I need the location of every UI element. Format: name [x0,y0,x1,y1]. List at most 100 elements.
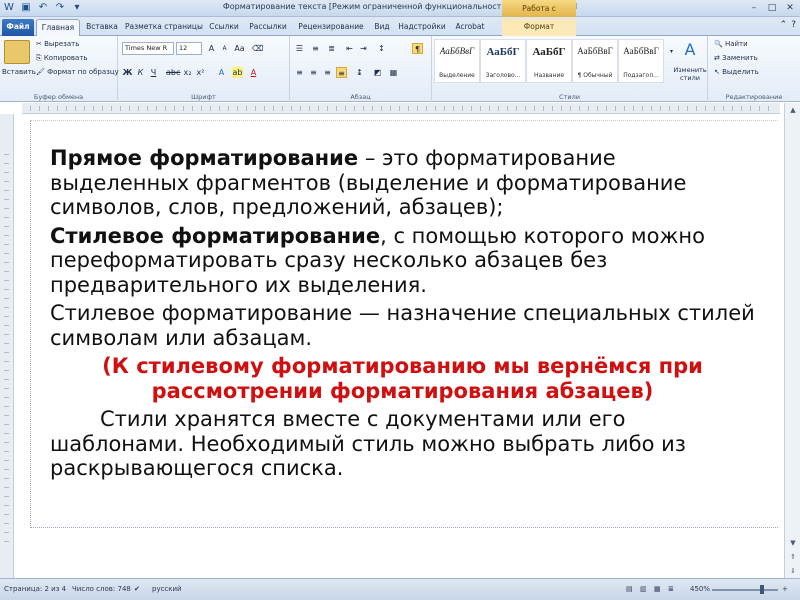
ruler-ticks [30,106,772,111]
tab-references[interactable]: Ссылки [206,19,242,36]
zoom-in-icon[interactable]: + [782,585,788,593]
paste-button[interactable]: Вставить [2,68,36,76]
styles-gallery-more-icon[interactable]: ▾ [666,46,677,57]
bold-icon[interactable]: Ж [122,67,133,78]
style-heading[interactable]: АаБбГ Заголово... [480,39,526,83]
save-icon[interactable]: ▣ [19,1,33,15]
tab-addins[interactable]: Надстройки [396,19,448,36]
word-count[interactable]: Число слов: 748 [72,585,131,593]
zoom-slider[interactable] [712,589,778,591]
scroll-up-icon[interactable]: ▲ [785,103,800,117]
word-app-icon[interactable]: W [2,1,16,15]
strikethrough-icon[interactable]: abc [166,67,180,78]
shrink-font-icon[interactable]: A [219,43,230,54]
view-outline-icon[interactable]: ≣ [668,585,674,593]
tab-view[interactable]: Вид [370,19,394,36]
tab-format[interactable]: Формат [502,19,576,36]
clear-formatting-icon[interactable]: ⌫ [252,43,263,54]
paste-icon[interactable] [4,40,30,64]
align-right-icon[interactable]: ≡ [322,67,333,78]
style-sample: АаБбВвГ [439,46,475,56]
style-name: Выделение [439,72,475,79]
font-size-select[interactable]: 12 [176,42,202,55]
clipboard-group: Вставить ✂ Вырезать ⎘ Копировать 🖌 Форма… [0,36,119,102]
show-marks-icon[interactable]: ¶ [412,43,423,54]
tab-home[interactable]: Главная [36,19,80,37]
justify-icon[interactable]: ≡ [336,67,347,78]
font-name-select[interactable]: Times New R [122,42,174,55]
underline-icon[interactable]: Ч [148,67,159,78]
close-icon[interactable]: ✕ [782,1,798,15]
replace-button[interactable]: ⇄ Заменить [714,54,758,62]
spellcheck-icon[interactable]: ✔ [134,585,140,593]
change-styles-button[interactable]: Изменить стили [670,66,710,82]
view-full-screen-icon[interactable]: ▥ [640,585,647,593]
select-button[interactable]: ↖ Выделить [714,68,759,76]
font-group-label: Шрифт [191,93,216,101]
change-case-icon[interactable]: Aa [234,43,245,54]
subscript-icon[interactable]: x₂ [182,67,193,78]
font-color-icon[interactable]: A [248,67,259,78]
collapse-ribbon-icon[interactable]: ⌃ [780,20,788,30]
paragraph-group-label: Абзац [350,93,371,101]
format-painter-button[interactable]: 🖌 Формат по образцу [36,68,119,76]
multilevel-list-icon[interactable]: ≣ [326,43,337,54]
scroll-down-icon[interactable]: ▼ [785,536,800,550]
style-normal[interactable]: АаБбВвГ ¶ Обычный [572,39,618,83]
prev-page-icon[interactable]: ⇑ [785,550,800,564]
ribbon-tabs: Файл Главная Вставка Разметка страницы С… [0,17,800,37]
style-subtitle[interactable]: АаБбВвГ Подзагол... [618,39,664,83]
term-direct-formatting: Прямое форматирование [50,146,359,170]
page-count[interactable]: Страница: 2 из 4 [4,585,66,593]
shading-icon[interactable]: ◩ [372,67,383,78]
cut-button[interactable]: ✂ Вырезать [36,40,79,48]
italic-icon[interactable]: К [135,67,146,78]
vertical-ruler[interactable] [0,114,14,578]
borders-icon[interactable]: ▦ [388,67,399,78]
superscript-icon[interactable]: x² [195,67,206,78]
highlight-color-icon[interactable]: ab [232,67,243,78]
text-effects-icon[interactable]: A [216,67,227,78]
tab-acrobat[interactable]: Acrobat [450,19,490,36]
redo-icon[interactable]: ↷ [53,1,67,15]
document-body[interactable]: Прямое форматирование – это форматирован… [50,146,755,485]
zoom-slider-thumb[interactable] [760,585,764,594]
vertical-scrollbar[interactable]: ▲ ▼ ⇑ ⇓ [784,103,800,578]
help-icon[interactable]: ? [791,20,796,30]
language-indicator[interactable]: русский [152,585,182,593]
title-bar: W ▣ ↶ ↷ ▾ Форматирование текста [Режим о… [0,0,800,30]
tab-page-layout[interactable]: Разметка страницы [124,19,204,36]
tab-insert[interactable]: Вставка [82,19,122,36]
increase-indent-icon[interactable]: ⇥ [358,43,369,54]
customize-qat-icon[interactable]: ▾ [70,1,84,15]
line-spacing-icon[interactable]: ↨ [354,67,365,78]
undo-icon[interactable]: ↶ [36,1,50,15]
grow-font-icon[interactable]: A [206,43,217,54]
tab-mailings[interactable]: Рассылки [244,19,292,36]
horizontal-ruler[interactable] [22,103,780,114]
decrease-indent-icon[interactable]: ⇤ [344,43,355,54]
copy-button[interactable]: ⎘ Копировать [36,54,88,63]
view-web-layout-icon[interactable]: ▦ [654,585,661,593]
align-center-icon[interactable]: ≡ [308,67,319,78]
find-button[interactable]: 🔍 Найти [714,40,748,48]
bullets-icon[interactable]: ☰ [294,43,305,54]
view-print-layout-icon[interactable]: ▤ [626,585,633,593]
maximize-icon[interactable]: □ [764,1,780,15]
tab-file[interactable]: Файл [2,19,34,36]
next-page-icon[interactable]: ⇓ [785,564,800,578]
status-bar: Страница: 2 из 4 Число слов: 748 ✔ русск… [0,578,800,600]
style-title[interactable]: АаБбГ Название [526,39,572,83]
sort-icon[interactable]: ↕ [376,43,387,54]
style-emphasis[interactable]: АаБбВвГ Выделение [434,39,480,83]
numbering-icon[interactable]: ≡ [310,43,321,54]
paragraph-red-note: (К стилевому форматированию мы вернёмся … [50,354,755,403]
align-left-icon[interactable]: ≡ [294,67,305,78]
zoom-level[interactable]: 450% [690,585,710,593]
minimize-icon[interactable]: – [746,1,762,15]
replace-icon: ⇄ [714,54,723,62]
red-note: (К стилевому форматированию мы вернёмся … [102,354,703,403]
tab-review[interactable]: Рецензирование [294,19,368,36]
picture-tools-header: Работа с рисунками [502,0,576,30]
change-styles-icon[interactable]: A [680,40,700,60]
